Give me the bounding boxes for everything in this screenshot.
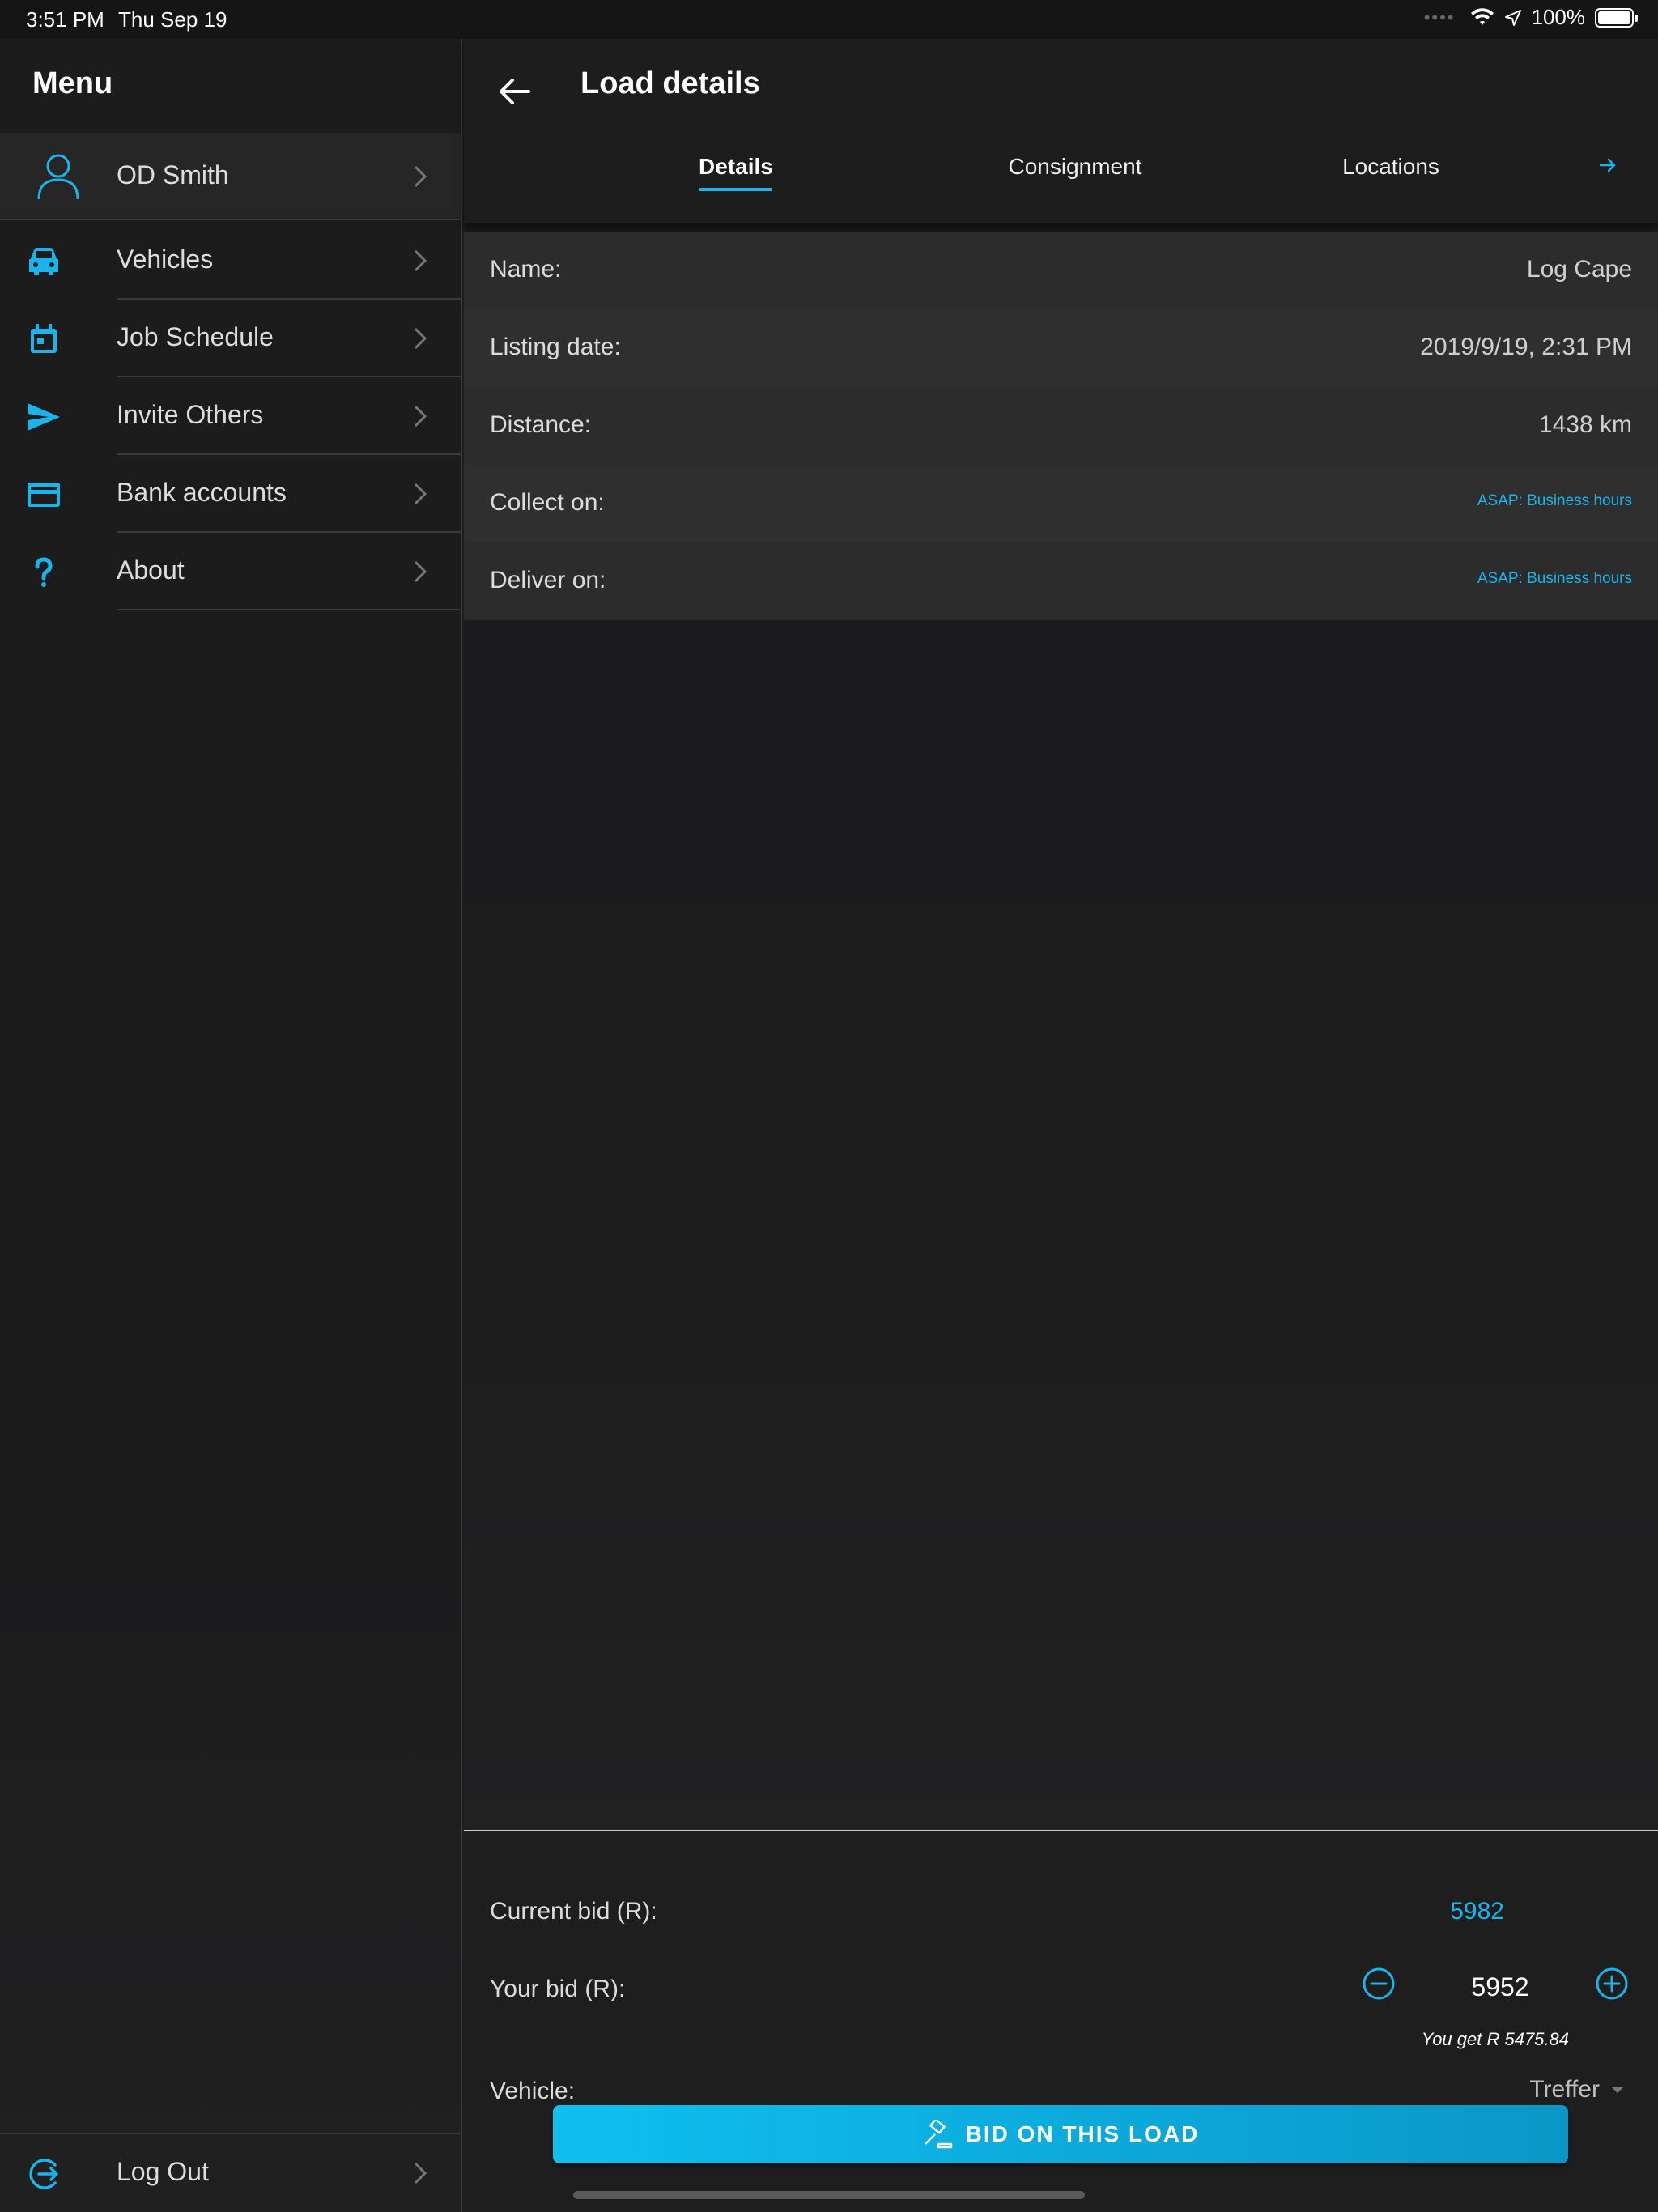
sidebar-item-label: Invite Others <box>117 400 264 429</box>
divider <box>117 609 461 610</box>
calendar-icon <box>31 324 57 353</box>
current-bid-label: Current bid (R): <box>490 1898 657 1925</box>
location-icon <box>1504 9 1521 26</box>
sidebar-item-label: About <box>117 555 185 585</box>
header: Load details Details Consignment Locatio… <box>464 39 1658 223</box>
chevron-right-icon <box>414 560 427 583</box>
sidebar-item-job-schedule[interactable]: Job Schedule <box>0 300 461 377</box>
profile-row[interactable]: OD Smith <box>0 133 461 220</box>
detail-row-deliver-on: Deliver on: ASAP: Business hours <box>464 542 1658 620</box>
bid-on-load-button[interactable]: BID ON THIS LOAD <box>553 2105 1568 2163</box>
profile-name: OD Smith <box>117 160 229 189</box>
sidebar-item-bank-accounts[interactable]: Bank accounts <box>0 455 461 533</box>
logout-icon <box>29 2159 58 2189</box>
arrow-right-icon[interactable] <box>1598 155 1618 175</box>
chevron-right-icon <box>414 165 427 188</box>
status-time: 3:51 PM <box>26 7 104 32</box>
vehicle-selected-value: Treffer <box>1529 2076 1600 2103</box>
decrease-bid-button[interactable] <box>1361 1966 1397 2001</box>
increase-bid-button[interactable] <box>1594 1966 1630 2001</box>
back-arrow-icon[interactable] <box>495 71 535 112</box>
battery-percentage: 100% <box>1531 5 1586 29</box>
bid-panel: Current bid (R): 5982 Your bid (R): 5952… <box>464 1830 1658 2212</box>
status-bar: 3:51 PM Thu Sep 19 •••• 100% <box>0 0 1658 39</box>
chevron-right-icon <box>414 483 427 505</box>
tab-locations[interactable]: Locations <box>1330 154 1452 180</box>
details-list: Name: Log Cape Listing date: 2019/9/19, … <box>464 232 1658 620</box>
detail-value: Log Cape <box>1526 256 1632 283</box>
tab-label: Locations <box>1342 154 1439 179</box>
home-indicator[interactable] <box>573 2191 1085 2199</box>
tab-consignment[interactable]: Consignment <box>990 154 1160 180</box>
dropdown-caret-icon <box>1611 2087 1624 2093</box>
vehicle-select[interactable]: Treffer <box>1529 2076 1626 2104</box>
gavel-icon <box>924 2120 952 2149</box>
sidebar-item-invite-others[interactable]: Invite Others <box>0 377 461 455</box>
detail-row-distance: Distance: 1438 km <box>464 387 1658 465</box>
chevron-right-icon <box>414 327 427 350</box>
bid-button-label: BID ON THIS LOAD <box>965 2121 1200 2146</box>
detail-key: Deliver on: <box>490 567 606 593</box>
deliver-on-link[interactable]: ASAP: Business hours <box>1477 570 1632 588</box>
send-icon <box>28 403 60 431</box>
current-bid-value: 5982 <box>1450 1898 1504 1925</box>
detail-value: 1438 km <box>1538 411 1632 438</box>
chevron-right-icon <box>414 405 427 428</box>
tab-label: Details <box>699 154 773 179</box>
user-icon <box>37 154 79 200</box>
detail-key: Name: <box>490 256 562 283</box>
sidebar-item-about[interactable]: About <box>0 533 461 610</box>
chevron-right-icon <box>414 2162 427 2184</box>
detail-row-collect-on: Collect on: ASAP: Business hours <box>464 465 1658 542</box>
detail-key: Distance: <box>490 411 592 438</box>
detail-key: Listing date: <box>490 334 621 360</box>
payout-note: You get R 5475.84 <box>1421 2029 1569 2049</box>
signal-dots-icon: •••• <box>1423 6 1456 28</box>
car-icon <box>29 248 58 275</box>
vehicle-label: Vehicle: <box>490 2078 576 2104</box>
credit-card-icon <box>28 483 60 507</box>
tab-active-indicator <box>699 188 772 191</box>
page-title: Load details <box>580 66 760 100</box>
logout-button[interactable]: Log Out <box>0 2133 461 2212</box>
detail-key: Collect on: <box>490 489 605 516</box>
sidebar-title: Menu <box>32 66 113 100</box>
logout-label: Log Out <box>117 2157 209 2186</box>
your-bid-label: Your bid (R): <box>490 1976 626 2002</box>
sidebar-item-label: Bank accounts <box>117 478 287 507</box>
chevron-right-icon <box>414 249 427 272</box>
load-details-panel: Load details Details Consignment Locatio… <box>464 39 1658 2212</box>
sidebar-item-vehicles[interactable]: Vehicles <box>0 222 461 300</box>
collect-on-link[interactable]: ASAP: Business hours <box>1477 492 1632 510</box>
your-bid-value[interactable]: 5952 <box>1419 1972 1581 2002</box>
detail-row-listing-date: Listing date: 2019/9/19, 2:31 PM <box>464 309 1658 387</box>
status-date: Thu Sep 19 <box>118 7 227 32</box>
wifi-icon <box>1470 7 1494 25</box>
tab-details[interactable]: Details <box>699 154 773 191</box>
detail-value: 2019/9/19, 2:31 PM <box>1420 334 1632 360</box>
sidebar-item-label: Vehicles <box>117 245 214 274</box>
battery-icon <box>1595 7 1638 28</box>
sidebar-menu: Menu OD Smith Vehicles Job Schedule Invi… <box>0 39 462 2212</box>
question-icon <box>35 557 53 587</box>
detail-row-name: Name: Log Cape <box>464 232 1658 309</box>
sidebar-item-label: Job Schedule <box>117 322 274 351</box>
tab-label: Consignment <box>1008 154 1142 179</box>
